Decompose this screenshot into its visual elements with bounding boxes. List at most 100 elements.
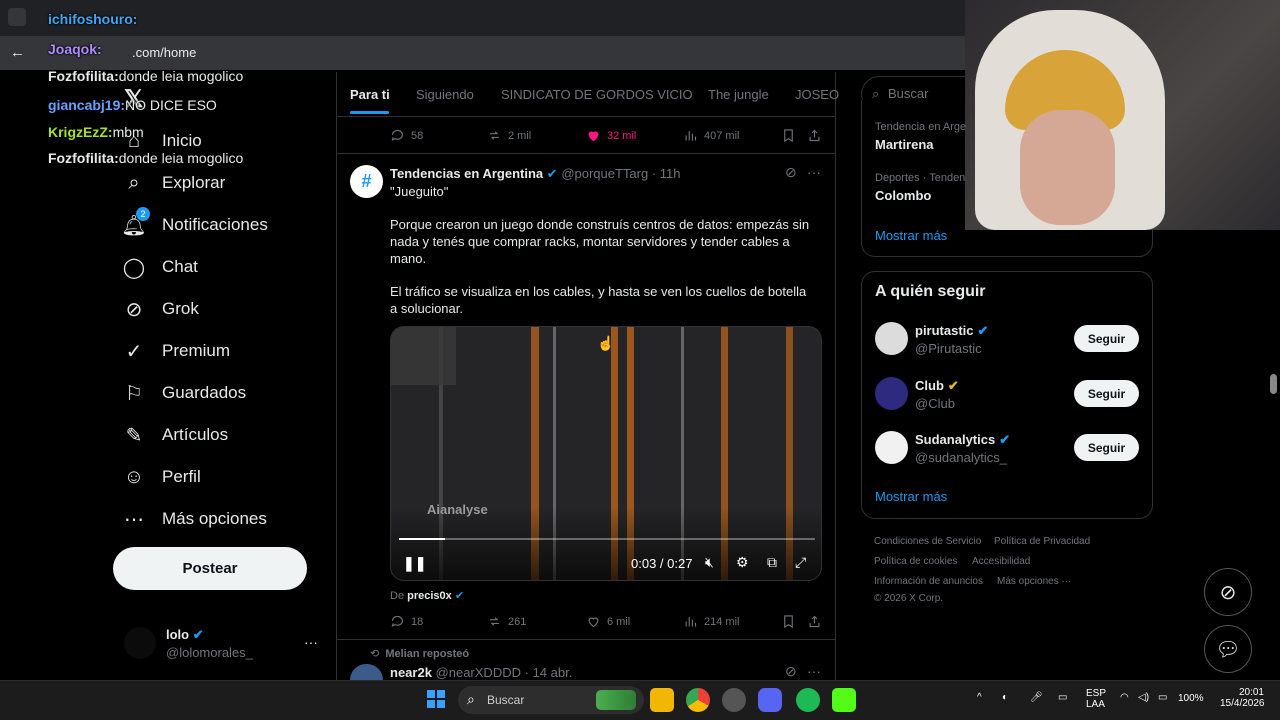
- next-post-author[interactable]: near2k: [390, 665, 432, 680]
- follow-button[interactable]: Seguir: [1074, 325, 1139, 352]
- url-text[interactable]: .com/home: [132, 45, 196, 60]
- repost-button[interactable]: 261: [487, 614, 526, 629]
- trend-name[interactable]: Martirena: [875, 137, 934, 152]
- nav-item-chat[interactable]: ◯ Chat: [120, 247, 198, 287]
- like-button-liked[interactable]: 32 mil: [586, 128, 636, 143]
- volume-icon[interactable]: ◁): [1138, 692, 1149, 703]
- nav-item-premium[interactable]: ✓ Premium: [120, 331, 230, 371]
- bookmark-button[interactable]: [781, 614, 802, 629]
- trend-name[interactable]: Colombo: [875, 188, 931, 203]
- follow-avatar[interactable]: [875, 322, 908, 355]
- pause-icon[interactable]: ❚❚: [403, 555, 426, 572]
- taskbar-search-label[interactable]: Buscar: [487, 693, 524, 707]
- post-handle[interactable]: @porqueTTarg: [561, 166, 648, 181]
- chrome-icon[interactable]: [686, 688, 710, 712]
- post-text-p1: Porque crearon un juego donde construís …: [390, 217, 810, 266]
- nav-item-label: Guardados: [162, 383, 247, 402]
- next-post-time[interactable]: · 14 abr.: [525, 665, 573, 680]
- follow-button[interactable]: Seguir: [1074, 434, 1139, 461]
- tray-app-icon[interactable]: ◐: [1002, 692, 1008, 703]
- nav-item-search[interactable]: ⌕ Explorar: [120, 163, 225, 203]
- nav-item-grok[interactable]: ⊘ Grok: [120, 289, 199, 329]
- bookmark-button[interactable]: [781, 128, 802, 143]
- timeline-tab[interactable]: JOSEO: [795, 87, 839, 102]
- pip-icon[interactable]: ⧉: [767, 554, 777, 571]
- post-time[interactable]: · 11h: [652, 166, 681, 181]
- clock[interactable]: 20:01 15/4/2026: [1220, 687, 1265, 709]
- follow-name[interactable]: Sudanalytics ✔: [915, 432, 1010, 448]
- footer-link[interactable]: Política de Privacidad: [994, 536, 1090, 547]
- next-post-handle[interactable]: @nearXDDDD: [436, 665, 521, 680]
- follow-avatar[interactable]: [875, 377, 908, 410]
- timeline-tab[interactable]: Siguiendo: [416, 87, 474, 102]
- footer-link[interactable]: Información de anuncios: [874, 576, 983, 587]
- mute-icon[interactable]: 🔇︎: [705, 554, 714, 571]
- footer-link[interactable]: Política de cookies: [874, 556, 957, 567]
- language-indicator[interactable]: ESP LAA: [1086, 688, 1106, 710]
- timeline-tab[interactable]: The jungle: [708, 87, 769, 102]
- follow-avatar[interactable]: [875, 431, 908, 464]
- tray-chevron-icon[interactable]: ^: [977, 692, 982, 703]
- fullscreen-icon[interactable]: ⤢: [795, 554, 806, 571]
- account-avatar[interactable]: [124, 627, 156, 659]
- reply-button[interactable]: 58: [390, 128, 423, 143]
- nav-item-more[interactable]: ⋯ Más opciones: [120, 499, 267, 539]
- post-author[interactable]: Tendencias en Argentina: [390, 166, 543, 181]
- views-button[interactable]: 214 mil: [683, 614, 739, 629]
- repost-button[interactable]: 2 mil: [487, 128, 531, 143]
- discord-icon[interactable]: [758, 688, 782, 712]
- footer-link[interactable]: Más opciones ···: [997, 576, 1071, 587]
- nav-item-bell[interactable]: 🔔︎ 2 Notificaciones: [120, 205, 268, 245]
- author-avatar-hashtag-icon[interactable]: #: [350, 165, 383, 198]
- nav-item-article[interactable]: ✎ Artículos: [120, 415, 229, 455]
- verified-icon: ✔: [999, 432, 1011, 447]
- post-more-icon[interactable]: ···: [807, 164, 821, 180]
- battery-icon[interactable]: ▭: [1158, 692, 1167, 703]
- nav-item-profile[interactable]: ☺ Perfil: [120, 457, 201, 497]
- footer-link[interactable]: Accesibilidad: [972, 556, 1030, 567]
- tab-list-button[interactable]: [8, 8, 26, 26]
- nav-item-bookmark[interactable]: ⚐ Guardados: [120, 373, 246, 413]
- file-explorer-icon[interactable]: [650, 688, 674, 712]
- trend-meta[interactable]: Tendencia en Arge: [875, 121, 966, 133]
- search-input[interactable]: [888, 86, 968, 101]
- video-progress-track[interactable]: [399, 538, 815, 540]
- kick-icon[interactable]: [832, 688, 856, 712]
- views-button[interactable]: 407 mil: [683, 128, 739, 143]
- footer-link[interactable]: Condiciones de Servicio: [874, 536, 981, 547]
- grok-floating-icon[interactable]: ⊘: [1204, 568, 1252, 616]
- post-button[interactable]: Postear: [113, 547, 307, 590]
- wifi-icon[interactable]: ◠: [1120, 692, 1129, 703]
- grok-explain-icon[interactable]: ⊘: [785, 164, 797, 181]
- share-button[interactable]: [807, 614, 828, 629]
- source-user[interactable]: precis0x: [407, 590, 452, 602]
- trend-meta[interactable]: Deportes · Tenden: [875, 172, 965, 184]
- windows-start-icon[interactable]: [427, 690, 445, 708]
- account-more-icon[interactable]: ···: [304, 634, 318, 650]
- follow-name[interactable]: pirutastic ✔: [915, 323, 988, 339]
- tray-device-icon[interactable]: ▭: [1058, 692, 1067, 703]
- app-icon[interactable]: [722, 688, 746, 712]
- verified-icon: ✔: [977, 323, 989, 338]
- messages-floating-icon[interactable]: 💬︎: [1204, 625, 1252, 673]
- page-scrollbar-thumb[interactable]: [1270, 374, 1277, 394]
- like-button[interactable]: 6 mil: [586, 614, 630, 629]
- share-button[interactable]: [807, 128, 828, 143]
- post-video[interactable]: Aianalyse ❚❚ 0:03 / 0:27 🔇︎ ⚙ ⧉ ⤢: [390, 326, 822, 581]
- follow-name-text: Sudanalytics: [915, 432, 996, 447]
- follow-show-more-link[interactable]: Mostrar más: [875, 489, 947, 504]
- account-name[interactable]: lolo ✔: [166, 627, 204, 643]
- settings-icon[interactable]: ⚙: [736, 554, 749, 571]
- microphone-icon[interactable]: 🎤︎: [1030, 692, 1043, 703]
- reply-button[interactable]: 18: [390, 614, 423, 629]
- grok-icon: ⊘: [125, 298, 143, 321]
- follow-name[interactable]: Club ✔: [915, 378, 959, 394]
- grok-explain-icon[interactable]: ⊘: [785, 663, 797, 680]
- timeline-tab[interactable]: Para ti: [350, 87, 390, 102]
- trends-show-more-link[interactable]: Mostrar más: [875, 228, 947, 243]
- follow-button[interactable]: Seguir: [1074, 380, 1139, 407]
- post-more-icon[interactable]: ···: [807, 663, 821, 679]
- spotify-icon[interactable]: [796, 688, 820, 712]
- back-arrow-icon[interactable]: ←: [10, 44, 25, 61]
- timeline-tab[interactable]: SINDICATO DE GORDOS VICIO: [501, 87, 693, 102]
